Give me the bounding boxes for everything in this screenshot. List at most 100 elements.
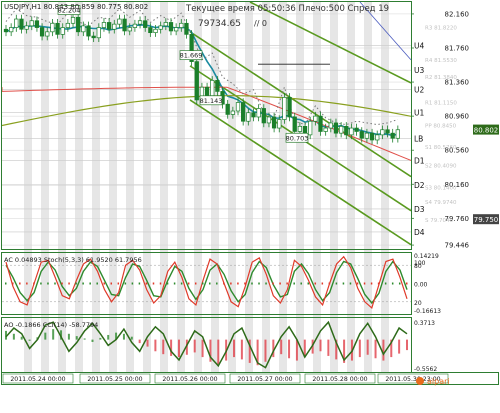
y-tick-label: 79.446 [445,242,470,250]
ao-bar [20,336,23,340]
candle-body [318,115,323,132]
ao-bar [398,339,401,354]
ao-bar [366,339,369,355]
ao-bar [264,339,267,362]
candle-body [282,97,287,120]
ac-title: AC 0.04893 Stoch(5,3,3) 61.9520 61.7956 [4,256,142,264]
ac-bar [300,282,302,285]
candle-body [70,16,76,24]
session-band [41,2,49,372]
candle-body [271,116,277,129]
candle-body [34,20,40,28]
candle-body [385,129,390,134]
ac-bar [159,282,162,285]
ac-bar [75,282,77,285]
ac-bar [279,282,281,285]
candle-body [230,110,236,115]
candle-body [261,108,266,124]
session-band [143,2,151,372]
level-hint: R2 81.3840 [425,75,457,81]
candle-body [101,22,107,28]
candle-body [349,127,354,136]
ac-bar [356,282,359,285]
session-band [313,2,321,372]
svg-text:alpari: alpari [427,377,450,386]
session-band [160,2,168,372]
candle-body [308,120,313,136]
ac-bar [237,282,239,285]
trading-chart: 82.16081.76081.36080.96080.56080.16079.7… [0,0,500,413]
ac-bar [272,282,274,285]
ao-bar [170,339,173,356]
candle-body [204,86,210,97]
candle-body [9,27,14,33]
y-tick-label: 81.760 [445,44,470,52]
ac-bar [314,282,317,285]
highlight-price-label: 79.750 [474,216,499,224]
session-band [279,2,287,372]
session-band [24,2,32,372]
candle-body [173,27,179,32]
ac-bar [328,282,331,285]
ac-bar [89,282,91,285]
ao-bar [201,339,204,358]
level-hint: S1 80.5760 [425,145,457,151]
ac-bar [307,282,310,285]
candle-body [76,16,81,33]
session-band [330,2,338,372]
ac-bar [61,282,63,285]
level-label: U4 [414,41,424,50]
candle-body [45,31,50,37]
ac-bar [54,282,56,285]
session-band [296,2,304,372]
candle-body [297,126,303,132]
level-hint: R4 81.5530 [425,58,457,64]
candle-body [65,22,71,28]
candle-body [3,28,9,33]
ac-bar [180,282,183,285]
ac-bar [103,282,105,285]
ao-bar [382,339,385,361]
ao-bar [327,339,330,356]
ac-bar [258,282,260,285]
candle-body [292,116,297,132]
ao-bar [67,333,70,340]
candle-body [55,22,60,35]
candle-body [168,22,174,32]
candle-body [117,18,122,25]
logo-mark [416,377,424,385]
ao-bar [374,339,377,359]
ac-bar [124,282,127,285]
candle-body [344,126,349,136]
ao-title: AO -0.1866 CCI(14) -58.7794 [4,321,98,329]
candle-body [215,80,220,92]
ac-bar [230,282,232,285]
y-tick-label: 80.960 [445,113,470,121]
candle-body [81,25,86,33]
candle-body [143,20,148,28]
candle-body [112,23,117,30]
session-band [211,2,219,372]
candle-body [39,27,45,37]
ac-bar [286,282,288,285]
current-price-label: 80.802 [474,127,499,135]
ao-bar [28,339,31,341]
ac-bar [370,282,373,285]
candle-body [333,122,339,134]
candle-body [251,112,256,118]
candle-body [235,102,241,112]
candle-body [50,22,55,33]
level-label: U3 [414,66,424,75]
session-band [381,2,389,372]
session-band [262,2,270,372]
x-tick-label: 2011.05.28 00:00 [312,376,367,383]
ac-bar [377,282,380,285]
ac-bar [117,282,120,285]
ac-bar [166,282,169,285]
ac-bar [5,282,7,285]
annotation-label: 81.669 [180,52,203,60]
ac-bar [209,282,211,285]
level-label: LB [414,134,423,143]
candle-body [194,61,199,101]
big-number: 79734.65 [198,19,241,29]
